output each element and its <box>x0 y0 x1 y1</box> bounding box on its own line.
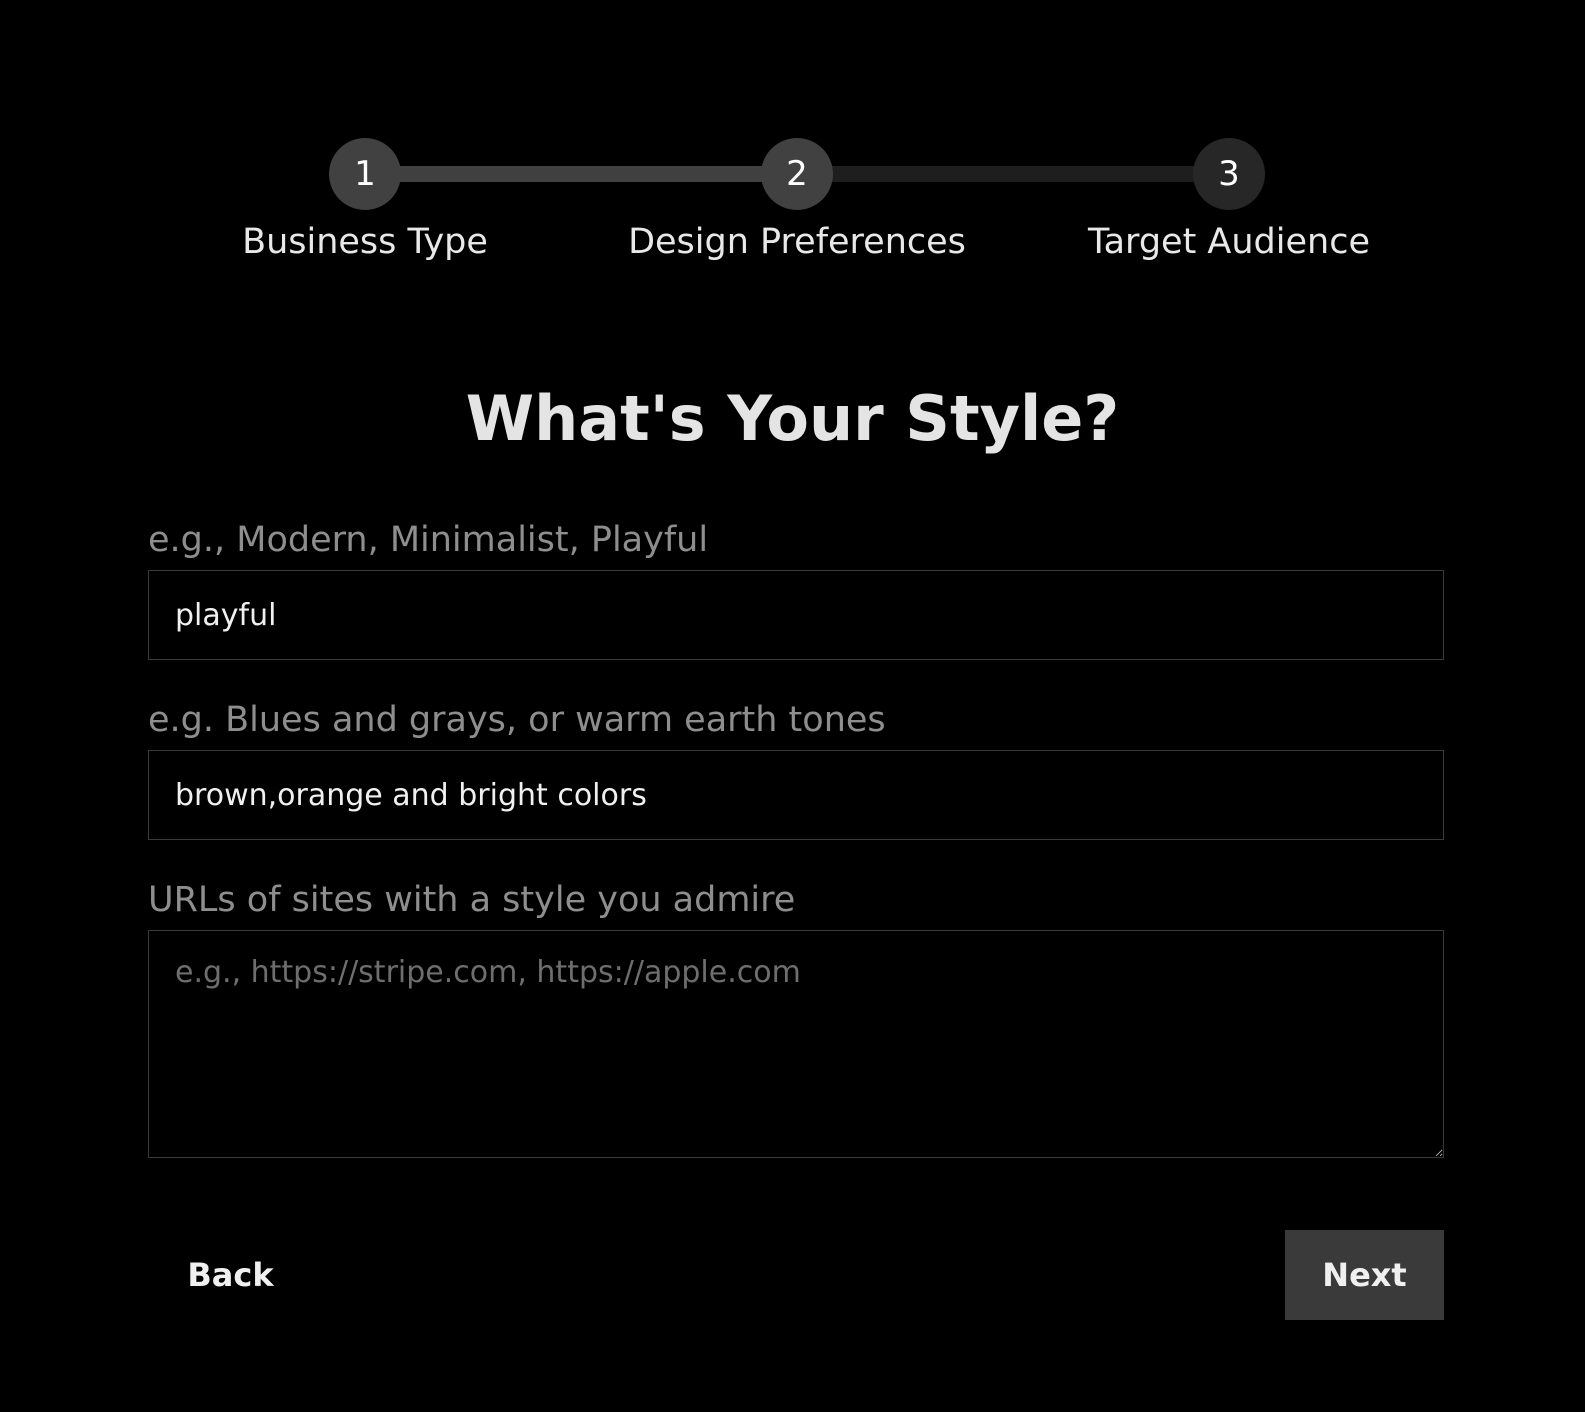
colors-field-label: e.g. Blues and grays, or warm earth tone… <box>148 700 886 740</box>
urls-textarea[interactable] <box>148 930 1444 1158</box>
step-2-number: 2 <box>786 154 808 194</box>
step-3-circle[interactable]: 3 <box>1193 138 1265 210</box>
back-button[interactable]: Back <box>148 1230 313 1320</box>
style-field-label: e.g., Modern, Minimalist, Playful <box>148 520 709 560</box>
step-connector-completed <box>365 166 797 182</box>
step-2-label: Design Preferences <box>628 222 966 262</box>
step-1-number: 1 <box>354 154 376 194</box>
step-connector-pending <box>797 166 1229 182</box>
step-1-label: Business Type <box>242 222 488 262</box>
urls-field-label: URLs of sites with a style you admire <box>148 880 796 920</box>
next-button[interactable]: Next <box>1285 1230 1444 1320</box>
step-3-label: Target Audience <box>1088 222 1370 262</box>
step-3-number: 3 <box>1218 154 1240 194</box>
progress-stepper: 1 2 3 Business Type Design Preferences T… <box>0 0 1585 300</box>
step-1-circle[interactable]: 1 <box>329 138 401 210</box>
step-2-circle[interactable]: 2 <box>761 138 833 210</box>
style-input[interactable] <box>148 570 1444 660</box>
colors-input[interactable] <box>148 750 1444 840</box>
page-title: What's Your Style? <box>465 382 1120 455</box>
